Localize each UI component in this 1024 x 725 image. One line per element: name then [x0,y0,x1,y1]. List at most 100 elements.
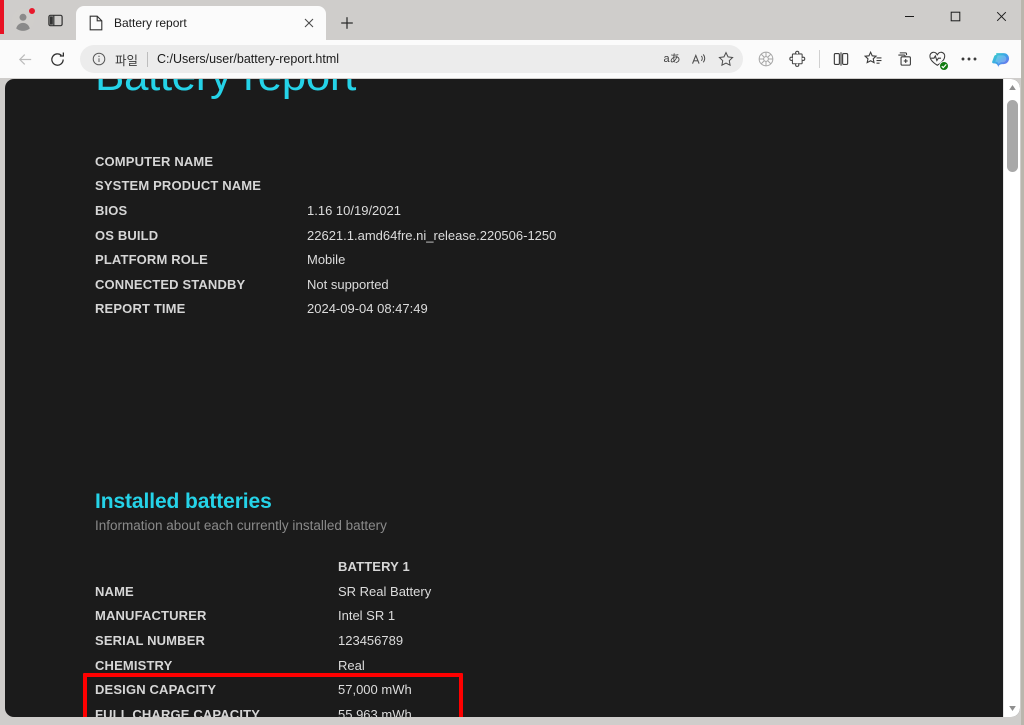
table-row: SYSTEM PRODUCT NAME [95,174,556,199]
collections-icon-glyph [898,52,911,66]
window-left-accent-stripe [0,0,4,34]
table-row: NAME SR Real Battery [95,579,431,604]
refresh-button[interactable] [42,44,72,74]
row-value: 2024-09-04 08:47:49 [307,301,428,317]
maximize-icon [950,11,960,21]
document-icon [88,15,104,31]
row-key: SYSTEM PRODUCT NAME [95,178,262,194]
info-circle-icon[interactable] [90,50,108,68]
scroll-down-button[interactable] [1004,700,1021,717]
row-value: 55,963 mWh [338,706,412,717]
row-key: COMPUTER NAME [95,153,214,169]
table-row: MANUFACTURER Intel SR 1 [95,603,431,628]
table-row: BIOS 1.16 10/19/2021 [95,198,556,223]
address-bar[interactable]: 파일 C:/Users/user/battery-report.html aあ [80,45,743,73]
back-button[interactable] [10,44,40,74]
url-text: C:/Users/user/battery-report.html [157,52,340,66]
content-area: Battery report COMPUTER NAME SYSTEM PROD… [0,78,1024,725]
tab-actions-button[interactable] [40,5,70,35]
window-caption-buttons [886,0,1024,40]
page-title: Battery report [95,79,356,101]
row-value: Mobile [307,252,346,268]
row-value: 1.16 10/19/2021 [307,202,401,218]
row-key: CONNECTED STANDBY [95,276,246,292]
battery-report-page: Battery report COMPUTER NAME SYSTEM PROD… [5,79,1020,717]
table-row: PLATFORM ROLE Mobile [95,247,556,272]
battery-info-table: BATTERY 1 NAME SR Real Battery MANUFACTU… [95,554,431,717]
avatar [11,7,36,32]
copilot-icon-glyph [991,52,1009,68]
row-value: 57,000 mWh [338,682,412,698]
omnibox-actions: aあ [659,47,739,71]
row-key: SERIAL NUMBER [95,632,206,648]
tab-close-button[interactable] [298,12,320,34]
close-window-button[interactable] [978,0,1024,32]
maximize-button[interactable] [932,0,978,32]
row-key: MANUFACTURER [95,608,207,624]
refresh-icon [50,52,64,66]
split-pane-icon [47,14,63,26]
row-value: 22621.1.amd64fre.ni_release.220506-1250 [307,227,557,243]
favorite-star-icon[interactable] [713,47,739,71]
essentials-status-badge [939,61,949,71]
scrollbar-thumb[interactable] [1006,100,1018,172]
chevron-down-icon [1008,706,1016,711]
row-value [307,149,556,174]
copilot-mode-icon[interactable] [751,44,781,74]
tab-strip-left-controls [0,0,70,40]
empty-corner-cell [95,554,338,579]
row-key: NAME [95,583,134,599]
extensions-icon[interactable] [783,44,813,74]
profile-avatar-button[interactable] [8,5,38,35]
profile-notification-dot [28,7,36,15]
table-row: COMPUTER NAME [95,149,556,174]
read-aloud-icon-glyph [692,53,706,64]
chevron-up-icon [1008,85,1016,90]
split-screen-icon[interactable] [826,44,856,74]
browser-essentials-icon[interactable] [922,44,952,74]
browser-window: Battery report 파일 C:/Users/user/battery-… [0,0,1024,725]
puzzle-piece-icon [789,50,806,67]
copilot-icon[interactable] [986,44,1016,74]
page-scrollbar[interactable] [1003,79,1020,717]
check-icon [941,63,947,69]
row-value [307,174,556,199]
collections-icon[interactable] [890,44,920,74]
read-aloud-icon[interactable] [686,47,712,71]
translate-glyph: aあ [663,52,681,65]
scrollbar-track[interactable] [1004,96,1021,700]
battery-info-table-body: BATTERY 1 NAME SR Real Battery MANUFACTU… [95,554,431,717]
tab-battery-report[interactable]: Battery report [76,6,326,40]
browser-toolbar: 파일 C:/Users/user/battery-report.html aあ [0,40,1024,78]
table-row: REPORT TIME 2024-09-04 08:47:49 [95,297,556,322]
scroll-up-button[interactable] [1004,79,1021,96]
favorites-icon[interactable] [858,44,888,74]
table-row: CONNECTED STANDBY Not supported [95,272,556,297]
table-row: OS BUILD 22621.1.amd64fre.ni_release.220… [95,223,556,248]
arrow-back-icon [18,53,31,65]
tab-title: Battery report [114,16,187,30]
copilot-mode-icon-glyph [758,51,774,67]
document-icon-glyph [89,15,103,31]
row-value: 123456789 [338,632,404,648]
close-icon [304,18,314,28]
translate-icon[interactable]: aあ [659,47,685,71]
row-value: Real [338,657,365,673]
row-key: DESIGN CAPACITY [95,682,217,698]
table-row: CHEMISTRY Real [95,653,431,678]
row-value: Not supported [307,276,389,292]
section-title: Installed batteries [95,490,272,513]
row-value: Intel SR 1 [338,608,396,624]
settings-more-icon[interactable] [954,44,984,74]
star-icon-glyph [718,51,734,67]
toolbar-separator [819,50,820,68]
row-key: BIOS [95,202,128,218]
system-info-table-body: COMPUTER NAME SYSTEM PRODUCT NAME BIOS 1… [95,149,556,321]
new-tab-button[interactable] [332,8,362,38]
minimize-button[interactable] [886,0,932,32]
row-key: OS BUILD [95,227,159,243]
installed-batteries-header: Installed batteries Information about ea… [95,490,387,533]
system-info-table: COMPUTER NAME SYSTEM PRODUCT NAME BIOS 1… [95,149,556,321]
page-scroll-viewport: Battery report COMPUTER NAME SYSTEM PROD… [5,79,1003,717]
url-scheme-label: 파일 [115,53,139,68]
